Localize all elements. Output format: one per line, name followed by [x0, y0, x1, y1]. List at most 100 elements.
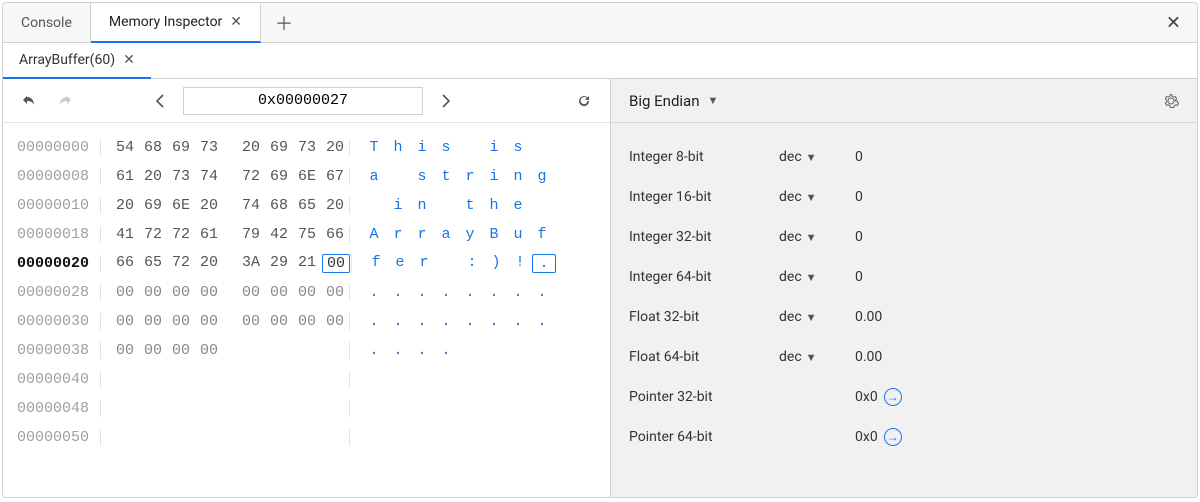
byte-cell[interactable]: 21	[293, 254, 321, 273]
endianness-select[interactable]: Big Endian ▼	[629, 92, 718, 110]
byte-cell[interactable]: 68	[139, 139, 167, 156]
byte-cell[interactable]: 20	[195, 197, 223, 214]
address-cell[interactable]: 00000008	[17, 168, 101, 185]
ascii-cell[interactable]: .	[410, 284, 434, 301]
byte-cell[interactable]: 20	[139, 168, 167, 185]
byte-cell[interactable]: 20	[321, 139, 349, 156]
next-address-button[interactable]	[435, 90, 455, 112]
prev-address-button[interactable]	[151, 90, 171, 112]
byte-cell[interactable]: 74	[237, 197, 265, 214]
panel-close-button[interactable]: ✕	[1166, 12, 1181, 33]
ascii-cell[interactable]: B	[482, 226, 506, 243]
byte-cell[interactable]: 42	[265, 226, 293, 243]
value-format-select[interactable]: dec▼	[779, 189, 855, 205]
byte-cell[interactable]: 3A	[237, 254, 265, 273]
byte-cell[interactable]: 00	[139, 313, 167, 330]
ascii-cell[interactable]: .	[482, 284, 506, 301]
byte-cell[interactable]: 00	[237, 284, 265, 301]
byte-cell[interactable]: 20	[195, 254, 223, 273]
byte-cell[interactable]: 69	[265, 139, 293, 156]
ascii-cell[interactable]: .	[434, 313, 458, 330]
byte-cell[interactable]: 00	[167, 284, 195, 301]
address-cell[interactable]: 00000050	[17, 429, 101, 446]
ascii-cell[interactable]: .	[434, 342, 458, 359]
ascii-cell[interactable]: r	[412, 254, 436, 273]
byte-cell[interactable]: 00	[195, 284, 223, 301]
ascii-cell[interactable]: i	[386, 197, 410, 214]
follow-pointer-button[interactable]: →	[884, 388, 902, 406]
ascii-cell[interactable]: i	[482, 168, 506, 185]
ascii-cell[interactable]: t	[434, 168, 458, 185]
ascii-cell[interactable]: g	[530, 168, 554, 185]
tab-console[interactable]: Console	[3, 3, 91, 42]
byte-cell[interactable]: 6E	[293, 168, 321, 185]
ascii-cell[interactable]: r	[410, 226, 434, 243]
ascii-cell[interactable]: !	[508, 254, 532, 273]
byte-cell[interactable]: 41	[111, 226, 139, 243]
address-cell[interactable]: 00000010	[17, 197, 101, 214]
ascii-cell[interactable]: u	[506, 226, 530, 243]
ascii-cell[interactable]: .	[362, 342, 386, 359]
byte-cell[interactable]: 00	[139, 342, 167, 359]
ascii-cell[interactable]: .	[410, 342, 434, 359]
byte-cell[interactable]: 72	[139, 226, 167, 243]
ascii-cell[interactable]: s	[434, 139, 458, 156]
address-cell[interactable]: 00000000	[17, 139, 101, 156]
ascii-cell[interactable]: i	[410, 139, 434, 156]
byte-cell[interactable]: 00	[167, 342, 195, 359]
ascii-cell[interactable]	[458, 139, 482, 156]
byte-cell[interactable]: 69	[139, 197, 167, 214]
ascii-cell[interactable]: A	[362, 226, 386, 243]
byte-cell[interactable]: 67	[321, 168, 349, 185]
ascii-cell[interactable]: .	[532, 254, 556, 273]
ascii-cell[interactable]	[362, 197, 386, 214]
byte-cell[interactable]: 00	[139, 284, 167, 301]
byte-cell[interactable]: 72	[237, 168, 265, 185]
ascii-cell[interactable]: .	[506, 313, 530, 330]
byte-cell[interactable]: 00	[195, 342, 223, 359]
byte-cell[interactable]: 29	[265, 254, 293, 273]
byte-cell[interactable]: 20	[321, 197, 349, 214]
ascii-cell[interactable]: f	[530, 226, 554, 243]
byte-cell[interactable]: 75	[293, 226, 321, 243]
byte-cell[interactable]: 72	[167, 254, 195, 273]
ascii-cell[interactable]: r	[386, 226, 410, 243]
byte-cell[interactable]: 74	[195, 168, 223, 185]
byte-cell[interactable]: 20	[111, 197, 139, 214]
byte-cell[interactable]: 73	[293, 139, 321, 156]
byte-cell[interactable]: 73	[167, 168, 195, 185]
close-icon[interactable]: ✕	[230, 14, 242, 30]
ascii-cell[interactable]: )	[484, 254, 508, 273]
follow-pointer-button[interactable]: →	[884, 428, 902, 446]
byte-cell[interactable]: 6E	[167, 197, 195, 214]
address-cell[interactable]: 00000020	[17, 255, 101, 272]
byte-cell[interactable]: 68	[265, 197, 293, 214]
value-format-select[interactable]: dec▼	[779, 269, 855, 285]
ascii-cell[interactable]	[530, 197, 554, 214]
ascii-cell[interactable]: .	[410, 313, 434, 330]
ascii-cell[interactable]: n	[410, 197, 434, 214]
ascii-cell[interactable]: s	[506, 139, 530, 156]
byte-cell[interactable]: 66	[321, 226, 349, 243]
ascii-cell[interactable]: .	[362, 284, 386, 301]
byte-cell[interactable]: 00	[195, 313, 223, 330]
add-tab-button[interactable]: ＋	[261, 10, 307, 36]
ascii-cell[interactable]: a	[362, 168, 386, 185]
byte-cell[interactable]: 66	[111, 254, 139, 273]
tab-memory-inspector[interactable]: Memory Inspector ✕	[91, 4, 261, 43]
byte-cell[interactable]: 54	[111, 139, 139, 156]
value-format-select[interactable]: dec▼	[779, 229, 855, 245]
byte-cell[interactable]: 61	[195, 226, 223, 243]
byte-cell[interactable]: 00	[167, 313, 195, 330]
refresh-button[interactable]	[572, 89, 596, 113]
ascii-cell[interactable]: r	[458, 168, 482, 185]
byte-cell[interactable]: 61	[111, 168, 139, 185]
byte-cell[interactable]: 00	[111, 313, 139, 330]
byte-cell[interactable]: 00	[111, 342, 139, 359]
byte-cell[interactable]: 00	[322, 254, 350, 273]
ascii-cell[interactable]	[434, 197, 458, 214]
byte-cell[interactable]: 00	[321, 284, 349, 301]
byte-cell[interactable]: 20	[237, 139, 265, 156]
close-icon[interactable]: ✕	[123, 52, 135, 68]
byte-cell[interactable]: 69	[265, 168, 293, 185]
